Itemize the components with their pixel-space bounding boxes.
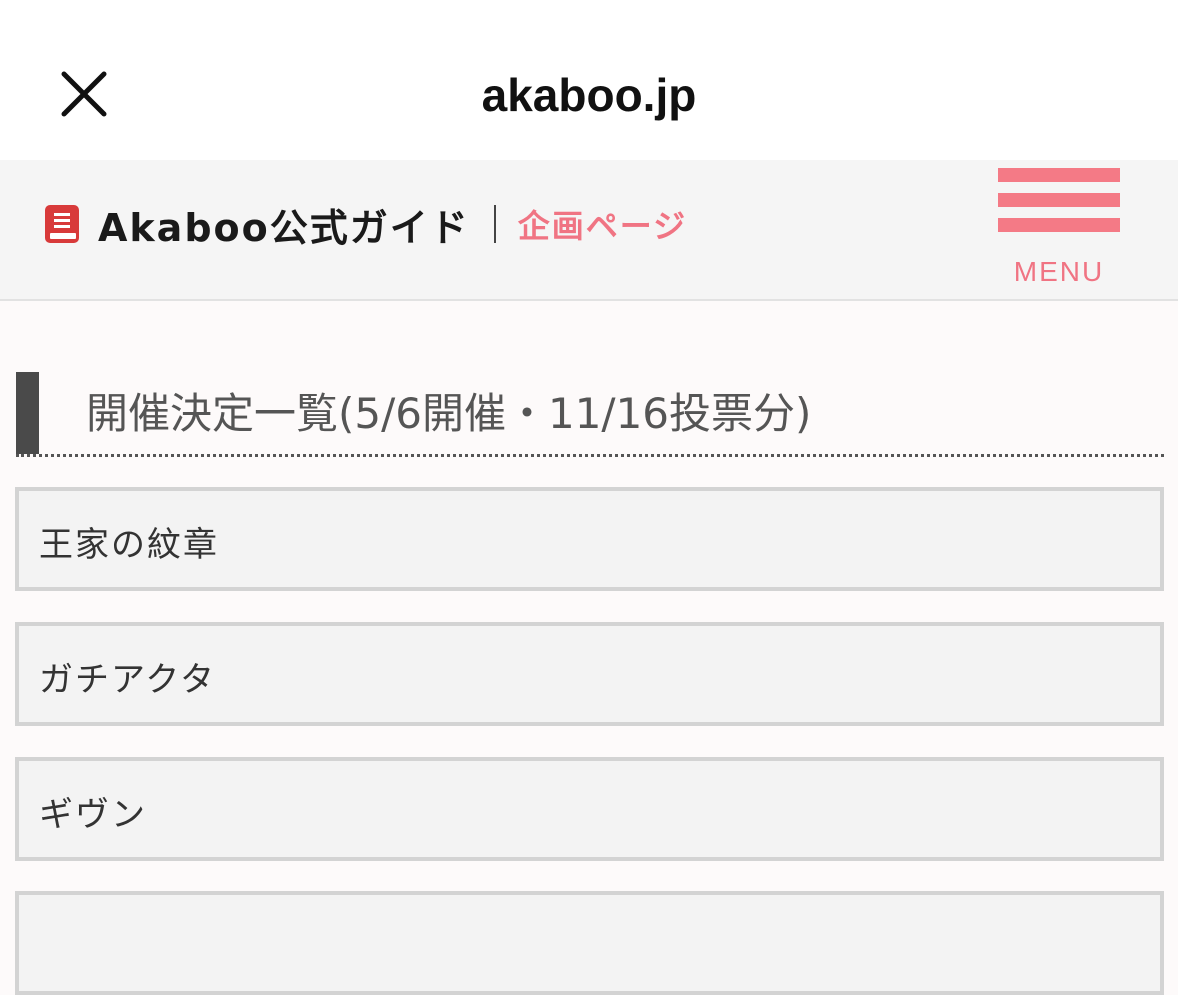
section-heading: 開催決定一覧(5/6開催・11/16投票分) [16, 372, 1164, 457]
menu-label: MENU [1013, 256, 1105, 287]
heading-accent-bar [16, 372, 39, 454]
section-title: 開催決定一覧(5/6開催・11/16投票分) [86, 389, 812, 438]
browser-domain: akaboo.jp [481, 69, 697, 121]
list-item[interactable] [15, 891, 1164, 995]
list-item[interactable]: ガチアクタ [15, 622, 1164, 726]
list-item[interactable]: ギヴン [15, 757, 1164, 861]
list-item-label: ガチアクタ [39, 660, 216, 700]
book-icon [44, 204, 80, 244]
title-separator [493, 205, 496, 243]
menu-button[interactable]: MENU [998, 168, 1120, 292]
hamburger-icon-bar [998, 193, 1120, 207]
browser-top-bar: akaboo.jp [0, 0, 1178, 160]
site-name: Akaboo公式ガイド [98, 205, 470, 250]
hamburger-icon-bar [998, 218, 1120, 232]
site-logo-link[interactable]: Akaboo公式ガイド 企画ページ [44, 196, 687, 252]
site-header: Akaboo公式ガイド 企画ページ MENU [0, 160, 1178, 301]
list-item[interactable]: 王家の紋章 [15, 487, 1164, 591]
list-item-label: ギヴン [39, 795, 147, 835]
site-subtitle: 企画ページ [517, 207, 688, 245]
list-item-label: 王家の紋章 [39, 525, 219, 565]
hamburger-icon [998, 168, 1120, 182]
